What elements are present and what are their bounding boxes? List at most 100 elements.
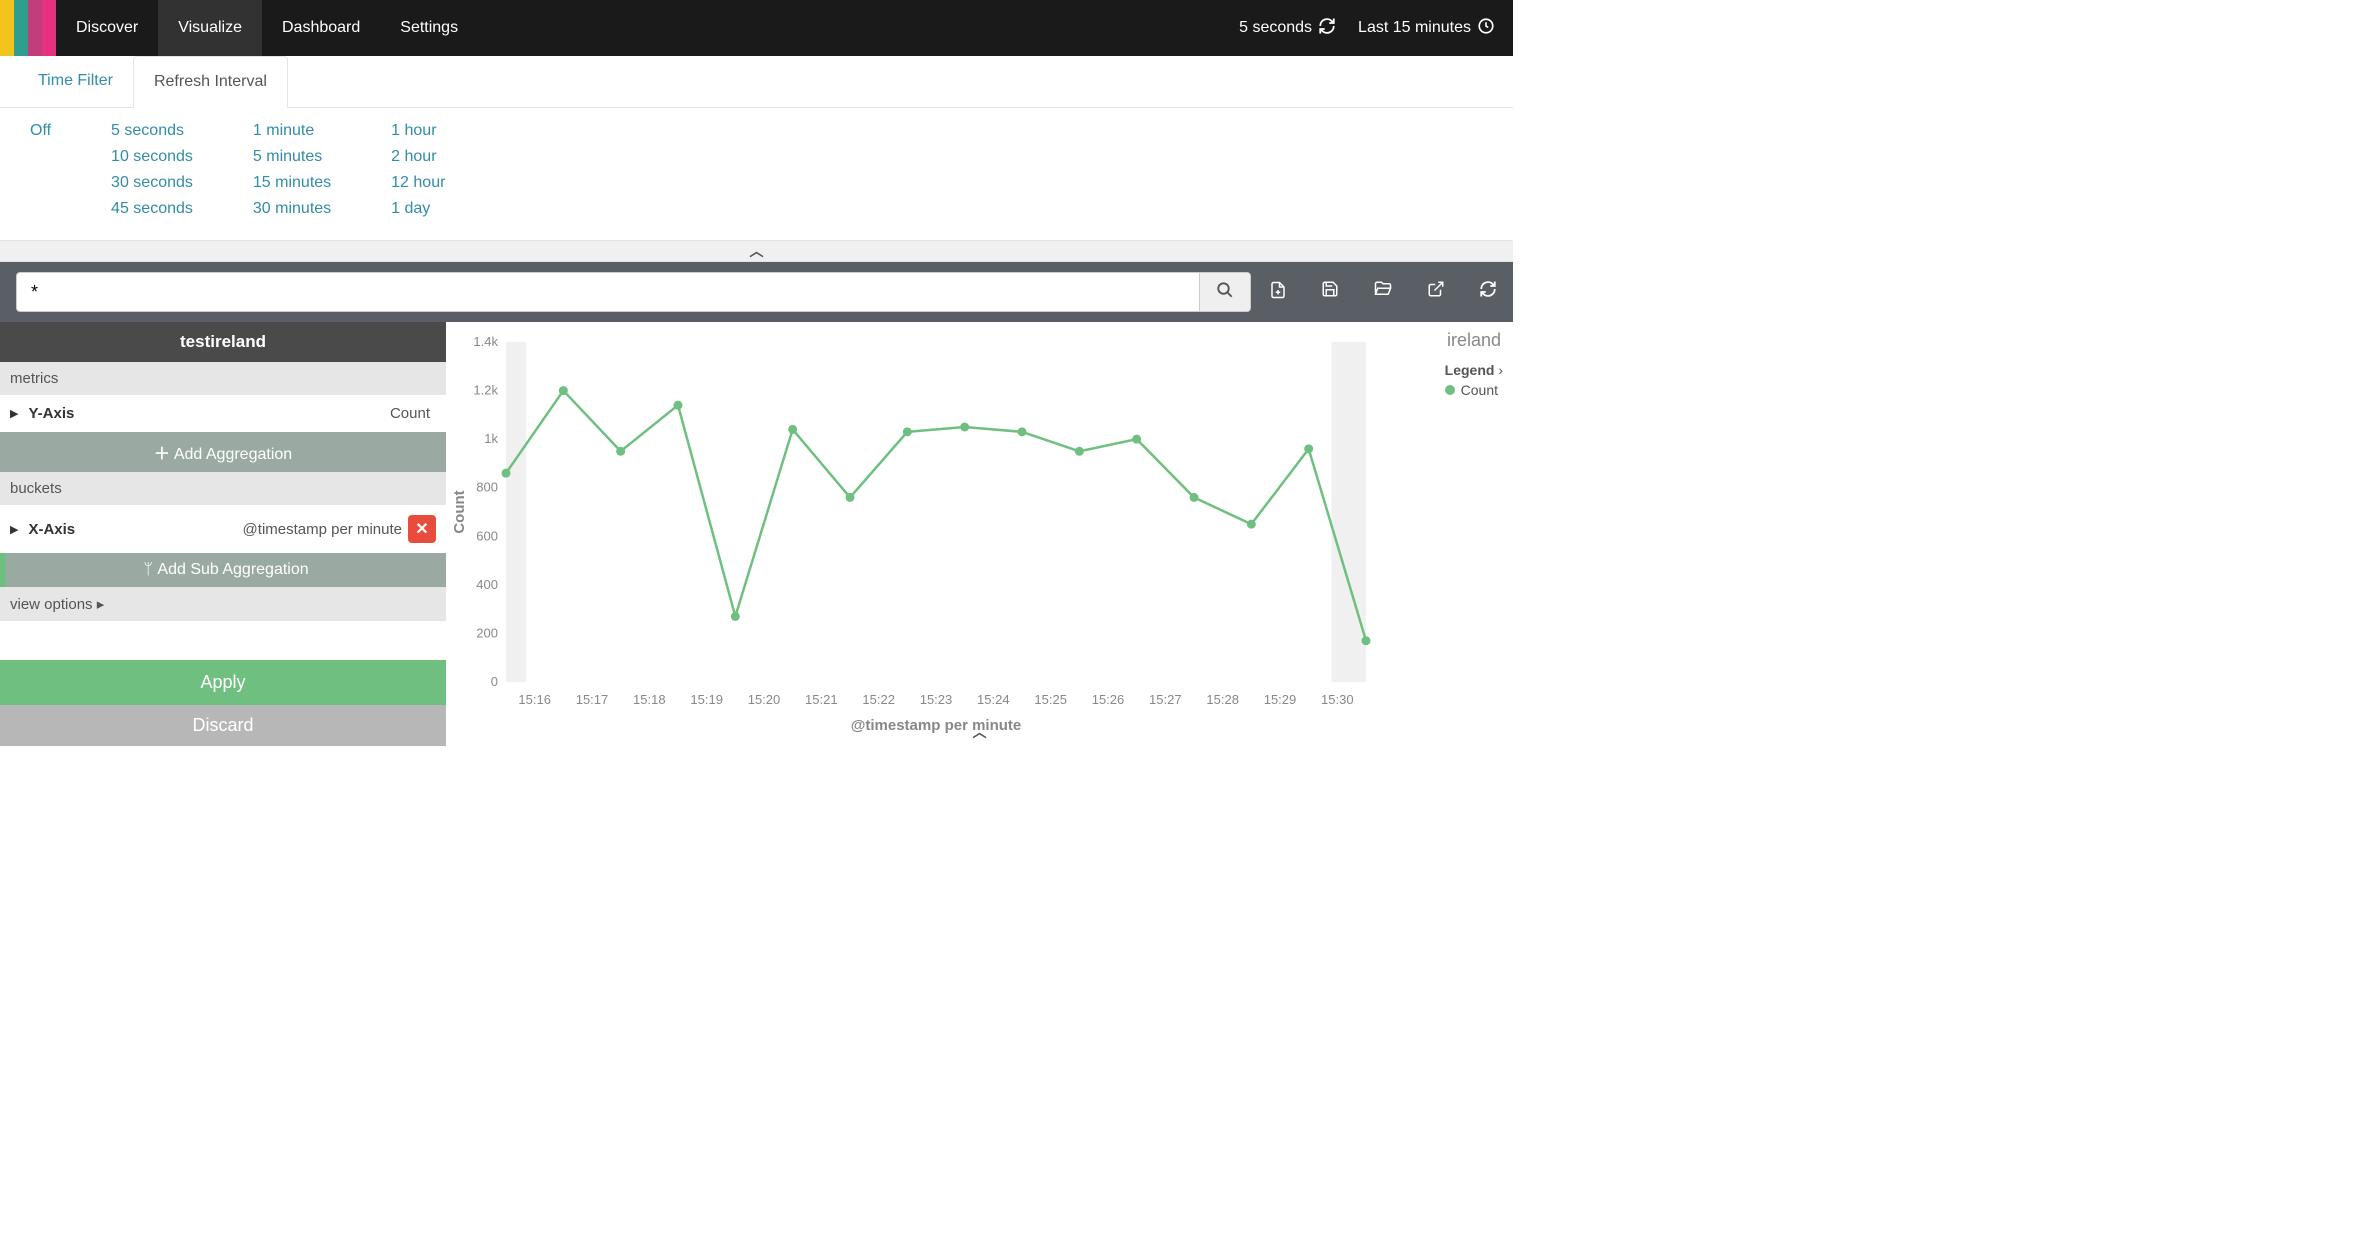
refresh-viz-button[interactable] — [1479, 280, 1497, 305]
legend-dot-icon — [1445, 385, 1455, 395]
viz-config-sidebar: testireland metrics ▶ Y-Axis Count ＋Add … — [0, 322, 446, 746]
svg-text:15:25: 15:25 — [1034, 692, 1067, 707]
plus-icon: ＋ — [154, 446, 170, 463]
refresh-15m[interactable]: 15 minutes — [253, 174, 331, 192]
nav-discover[interactable]: Discover — [56, 0, 158, 56]
x-axis-value: @timestamp per minute — [243, 521, 402, 538]
refresh-icon — [1479, 280, 1497, 305]
svg-text:15:18: 15:18 — [633, 692, 666, 707]
svg-text:15:17: 15:17 — [576, 692, 609, 707]
external-link-icon — [1427, 280, 1445, 305]
refresh-1d[interactable]: 1 day — [391, 200, 445, 218]
svg-text:@timestamp per minute: @timestamp per minute — [851, 717, 1022, 734]
svg-text:600: 600 — [476, 528, 498, 543]
legend-series-count[interactable]: Count — [1445, 382, 1503, 398]
svg-text:800: 800 — [476, 480, 498, 495]
svg-text:15:22: 15:22 — [862, 692, 895, 707]
svg-text:15:26: 15:26 — [1092, 692, 1125, 707]
refresh-icon — [1318, 17, 1336, 40]
add-sub-aggregation-button[interactable]: ᛘ Add Sub Aggregation — [0, 553, 446, 587]
remove-aggregation-button[interactable]: ✕ — [408, 515, 436, 543]
time-subtabs: Time Filter Refresh Interval — [0, 56, 1513, 108]
branch-icon: ᛘ — [143, 561, 157, 578]
svg-text:15:24: 15:24 — [977, 692, 1010, 707]
refresh-2h[interactable]: 2 hour — [391, 148, 445, 166]
main-split: testireland metrics ▶ Y-Axis Count ＋Add … — [0, 322, 1513, 746]
refresh-45s[interactable]: 45 seconds — [111, 200, 193, 218]
open-viz-button[interactable] — [1373, 280, 1393, 305]
y-axis-aggregation[interactable]: ▶ Y-Axis Count — [0, 395, 446, 432]
tab-time-filter[interactable]: Time Filter — [18, 56, 133, 107]
svg-text:0: 0 — [491, 674, 498, 689]
clock-icon — [1477, 17, 1495, 40]
tab-refresh-interval[interactable]: Refresh Interval — [133, 56, 288, 108]
svg-text:200: 200 — [476, 625, 498, 640]
svg-text:15:27: 15:27 — [1149, 692, 1182, 707]
caret-right-icon: ▶ — [10, 407, 18, 420]
svg-text:15:21: 15:21 — [805, 692, 838, 707]
folder-open-icon — [1373, 280, 1393, 305]
svg-text:15:20: 15:20 — [748, 692, 781, 707]
query-input[interactable] — [16, 272, 1199, 312]
y-axis-label: Y-Axis — [28, 405, 74, 422]
new-viz-button[interactable] — [1269, 280, 1287, 305]
view-options-toggle[interactable]: view options ▸ — [0, 587, 446, 621]
time-range-label: Last 15 minutes — [1358, 19, 1471, 37]
buckets-section-label: buckets — [0, 472, 446, 505]
svg-text:15:28: 15:28 — [1206, 692, 1239, 707]
caret-right-icon: ▶ — [10, 523, 18, 536]
refresh-interval-label: 5 seconds — [1239, 19, 1312, 37]
refresh-30m[interactable]: 30 minutes — [253, 200, 331, 218]
apply-button[interactable]: Apply — [0, 660, 446, 705]
refresh-interval-panel: Off 5 seconds 10 seconds 30 seconds 45 s… — [0, 108, 1513, 240]
discard-button[interactable]: Discard — [0, 705, 446, 746]
chart-legend[interactable]: Legend Count — [1445, 362, 1503, 398]
refresh-12h[interactable]: 12 hour — [391, 174, 445, 192]
svg-text:1k: 1k — [484, 431, 498, 446]
svg-text:15:30: 15:30 — [1321, 692, 1354, 707]
refresh-interval-indicator[interactable]: 5 seconds — [1239, 17, 1336, 40]
svg-text:15:16: 15:16 — [518, 692, 551, 707]
x-axis-label: X-Axis — [28, 521, 75, 538]
saved-viz-title: testireland — [0, 322, 446, 362]
query-toolbar — [0, 262, 1513, 322]
close-icon: ✕ — [415, 519, 428, 539]
line-chart[interactable]: 0 200 400 600 800 1k 1.2k 1.4k Count 15:16 15:17 15… — [446, 322, 1416, 742]
svg-text:15:29: 15:29 — [1264, 692, 1297, 707]
legend-title: Legend — [1445, 362, 1503, 378]
svg-text:15:23: 15:23 — [920, 692, 953, 707]
refresh-off[interactable]: Off — [30, 122, 51, 140]
nav-dashboard[interactable]: Dashboard — [262, 0, 380, 56]
top-nav: Discover Visualize Dashboard Settings 5 … — [0, 0, 1513, 56]
chevron-up-icon: ︿ — [750, 241, 764, 261]
svg-text:1.2k: 1.2k — [473, 383, 498, 398]
time-range-indicator[interactable]: Last 15 minutes — [1358, 17, 1495, 40]
expand-spy-panel[interactable]: ︿ — [973, 722, 987, 742]
refresh-1h[interactable]: 1 hour — [391, 122, 445, 140]
svg-text:1.4k: 1.4k — [473, 334, 498, 349]
chevron-up-icon: ︿ — [973, 724, 987, 740]
refresh-30s[interactable]: 30 seconds — [111, 174, 193, 192]
file-plus-icon — [1269, 280, 1287, 305]
svg-text:15:19: 15:19 — [690, 692, 723, 707]
svg-text:400: 400 — [476, 577, 498, 592]
save-icon — [1321, 280, 1339, 305]
search-button[interactable] — [1199, 272, 1251, 312]
refresh-10s[interactable]: 10 seconds — [111, 148, 193, 166]
app-logo — [0, 0, 56, 56]
nav-visualize[interactable]: Visualize — [158, 0, 262, 56]
share-viz-button[interactable] — [1427, 280, 1445, 305]
save-viz-button[interactable] — [1321, 280, 1339, 305]
caret-right-icon: ▸ — [93, 596, 105, 613]
svg-text:Count: Count — [451, 490, 468, 533]
dashboard-panel-name: ireland — [1447, 330, 1501, 351]
refresh-5m[interactable]: 5 minutes — [253, 148, 331, 166]
collapse-time-panel[interactable]: ︿ — [0, 240, 1513, 262]
refresh-5s[interactable]: 5 seconds — [111, 122, 193, 140]
metrics-section-label: metrics — [0, 362, 446, 395]
refresh-1m[interactable]: 1 minute — [253, 122, 331, 140]
nav-settings[interactable]: Settings — [380, 0, 478, 56]
add-aggregation-button[interactable]: ＋Add Aggregation — [0, 432, 446, 472]
chart-panel: ireland Legend Count 0 200 400 600 800 1k 1.2k… — [446, 322, 1513, 746]
x-axis-aggregation[interactable]: ▶ X-Axis @timestamp per minute ✕ — [0, 505, 446, 553]
